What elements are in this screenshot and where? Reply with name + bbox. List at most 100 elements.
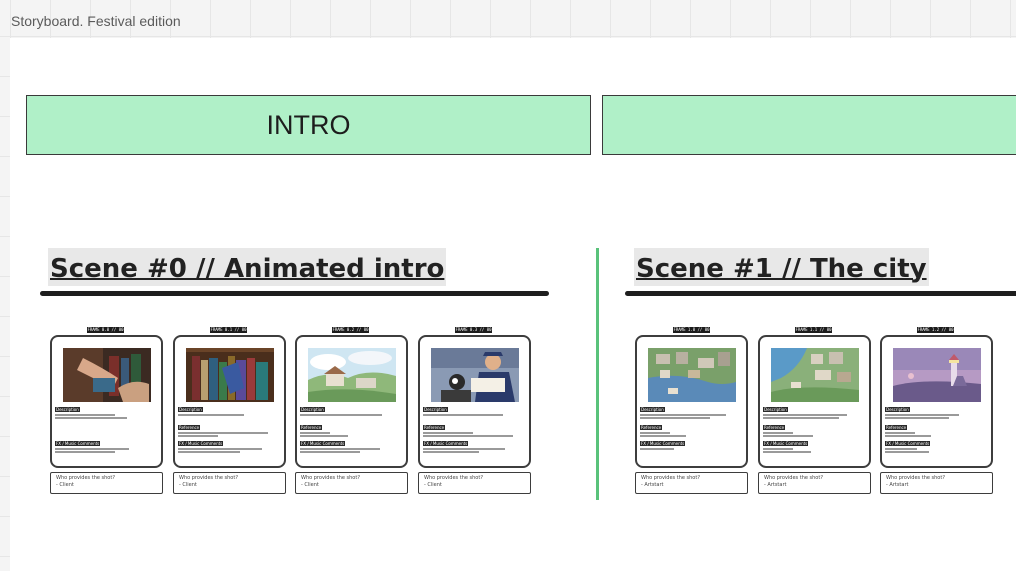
text-line: [763, 417, 839, 419]
note-answer: - Artstart: [886, 482, 909, 488]
board-title: Storyboard. Festival edition: [11, 13, 181, 29]
text-line: [640, 417, 710, 419]
text-line: [300, 435, 348, 437]
reference-heading: Reference: [178, 425, 201, 430]
storyboard-card[interactable]: Description Reference FX / Music Comment…: [880, 335, 993, 468]
text-line: [300, 414, 382, 416]
comments-heading: FX / Music Comments: [423, 441, 469, 446]
text-line: [423, 448, 505, 450]
text-line: [178, 432, 268, 434]
text-line: [640, 435, 686, 437]
note-answer: - Client: [56, 482, 74, 488]
note-answer: - Artstart: [764, 482, 787, 488]
text-line: [300, 448, 380, 450]
text-line: [885, 448, 917, 450]
scene-underline-1: [625, 291, 1016, 296]
note-question: Who provides the shot?: [886, 475, 945, 481]
note-box[interactable]: Who provides the shot? - Client: [173, 472, 286, 494]
reference-heading: Reference: [763, 425, 786, 430]
text-line: [55, 417, 127, 419]
reference-heading: Reference: [300, 425, 323, 430]
frame-label: FRAME 0.1 // 00: [210, 327, 247, 333]
city-aerial-icon: [648, 348, 736, 402]
text-line: [763, 435, 813, 437]
text-line: [178, 451, 240, 453]
reference-heading: Reference: [640, 425, 663, 430]
note-box[interactable]: Who provides the shot? - Client: [50, 472, 163, 494]
reference-heading: Reference: [885, 425, 908, 430]
storyboard-card[interactable]: Description Reference FX / Music Comment…: [295, 335, 408, 468]
note-answer: - Artstart: [641, 482, 664, 488]
text-line: [178, 435, 218, 437]
storyboard-card[interactable]: Description Reference FX / Music Comment…: [635, 335, 748, 468]
text-line: [763, 448, 793, 450]
text-line: [300, 432, 330, 434]
description-heading: Description: [763, 407, 788, 412]
comments-heading: FX / Music Comments: [300, 441, 346, 446]
note-question: Who provides the shot?: [56, 475, 115, 481]
section-banner-next[interactable]: [602, 95, 1016, 155]
text-line: [178, 414, 244, 416]
frame-label: FRAME 1.0 // 00: [673, 327, 710, 333]
bookshelf-icon: [186, 348, 274, 402]
text-line: [763, 414, 847, 416]
landscape-icon: [308, 348, 396, 402]
note-box[interactable]: Who provides the shot? - Client: [418, 472, 531, 494]
description-heading: Description: [300, 407, 325, 412]
text-line: [423, 451, 479, 453]
text-line: [55, 451, 115, 453]
comments-heading: FX / Music Comments: [640, 441, 686, 446]
note-box[interactable]: Who provides the shot? - Artstart: [758, 472, 871, 494]
note-box[interactable]: Who provides the shot? - Artstart: [635, 472, 748, 494]
note-question: Who provides the shot?: [424, 475, 483, 481]
text-line: [640, 414, 726, 416]
note-question: Who provides the shot?: [301, 475, 360, 481]
text-line: [423, 432, 473, 434]
frame-label: FRAME 1.1 // 00: [795, 327, 832, 333]
hands-books-icon: [63, 348, 151, 402]
comments-heading: FX / Music Comments: [178, 441, 224, 446]
description-heading: Description: [640, 407, 665, 412]
text-line: [763, 451, 811, 453]
section-banner-intro[interactable]: INTRO: [26, 95, 591, 155]
text-line: [423, 414, 503, 416]
scene-title-0[interactable]: Scene #0 // Animated intro: [48, 248, 447, 286]
text-line: [640, 432, 670, 434]
description-heading: Description: [178, 407, 203, 412]
text-line: [178, 448, 262, 450]
scene-underline-0: [40, 291, 549, 296]
storyboard-card[interactable]: Description Reference FX / Music Comment…: [173, 335, 286, 468]
reference-heading: Reference: [423, 425, 446, 430]
text-line: [885, 417, 949, 419]
text-line: [55, 414, 115, 416]
note-answer: - Client: [301, 482, 319, 488]
comments-heading: FX / Music Comments: [55, 441, 101, 446]
note-answer: - Client: [179, 482, 197, 488]
lighthouse-icon: [893, 348, 981, 402]
text-line: [763, 432, 793, 434]
note-question: Who provides the shot?: [764, 475, 823, 481]
text-line: [640, 448, 674, 450]
description-heading: Description: [55, 407, 80, 412]
section-banner-label: INTRO: [266, 109, 351, 140]
text-line: [55, 448, 129, 450]
scene-title-1[interactable]: Scene #1 // The city: [634, 248, 929, 286]
storyboard-card[interactable]: Description Reference FX / Music Comment…: [418, 335, 531, 468]
note-answer: - Client: [424, 482, 442, 488]
text-line: [885, 432, 915, 434]
frame-label: FRAME 1.2 // 00: [917, 327, 954, 333]
note-box[interactable]: Who provides the shot? - Client: [295, 472, 408, 494]
text-line: [885, 414, 959, 416]
harbor-aerial-icon: [771, 348, 859, 402]
note-box[interactable]: Who provides the shot? - Artstart: [880, 472, 993, 494]
note-question: Who provides the shot?: [179, 475, 238, 481]
frame-label: FRAME 0.3 // 00: [455, 327, 492, 333]
comments-heading: FX / Music Comments: [763, 441, 809, 446]
text-line: [300, 451, 360, 453]
text-line: [885, 451, 929, 453]
storyboard-card[interactable]: Description FX / Music Comments: [50, 335, 163, 468]
comments-heading: FX / Music Comments: [885, 441, 931, 446]
note-question: Who provides the shot?: [641, 475, 700, 481]
storyboard-card[interactable]: Description Reference FX / Music Comment…: [758, 335, 871, 468]
scene-divider: [596, 248, 599, 500]
